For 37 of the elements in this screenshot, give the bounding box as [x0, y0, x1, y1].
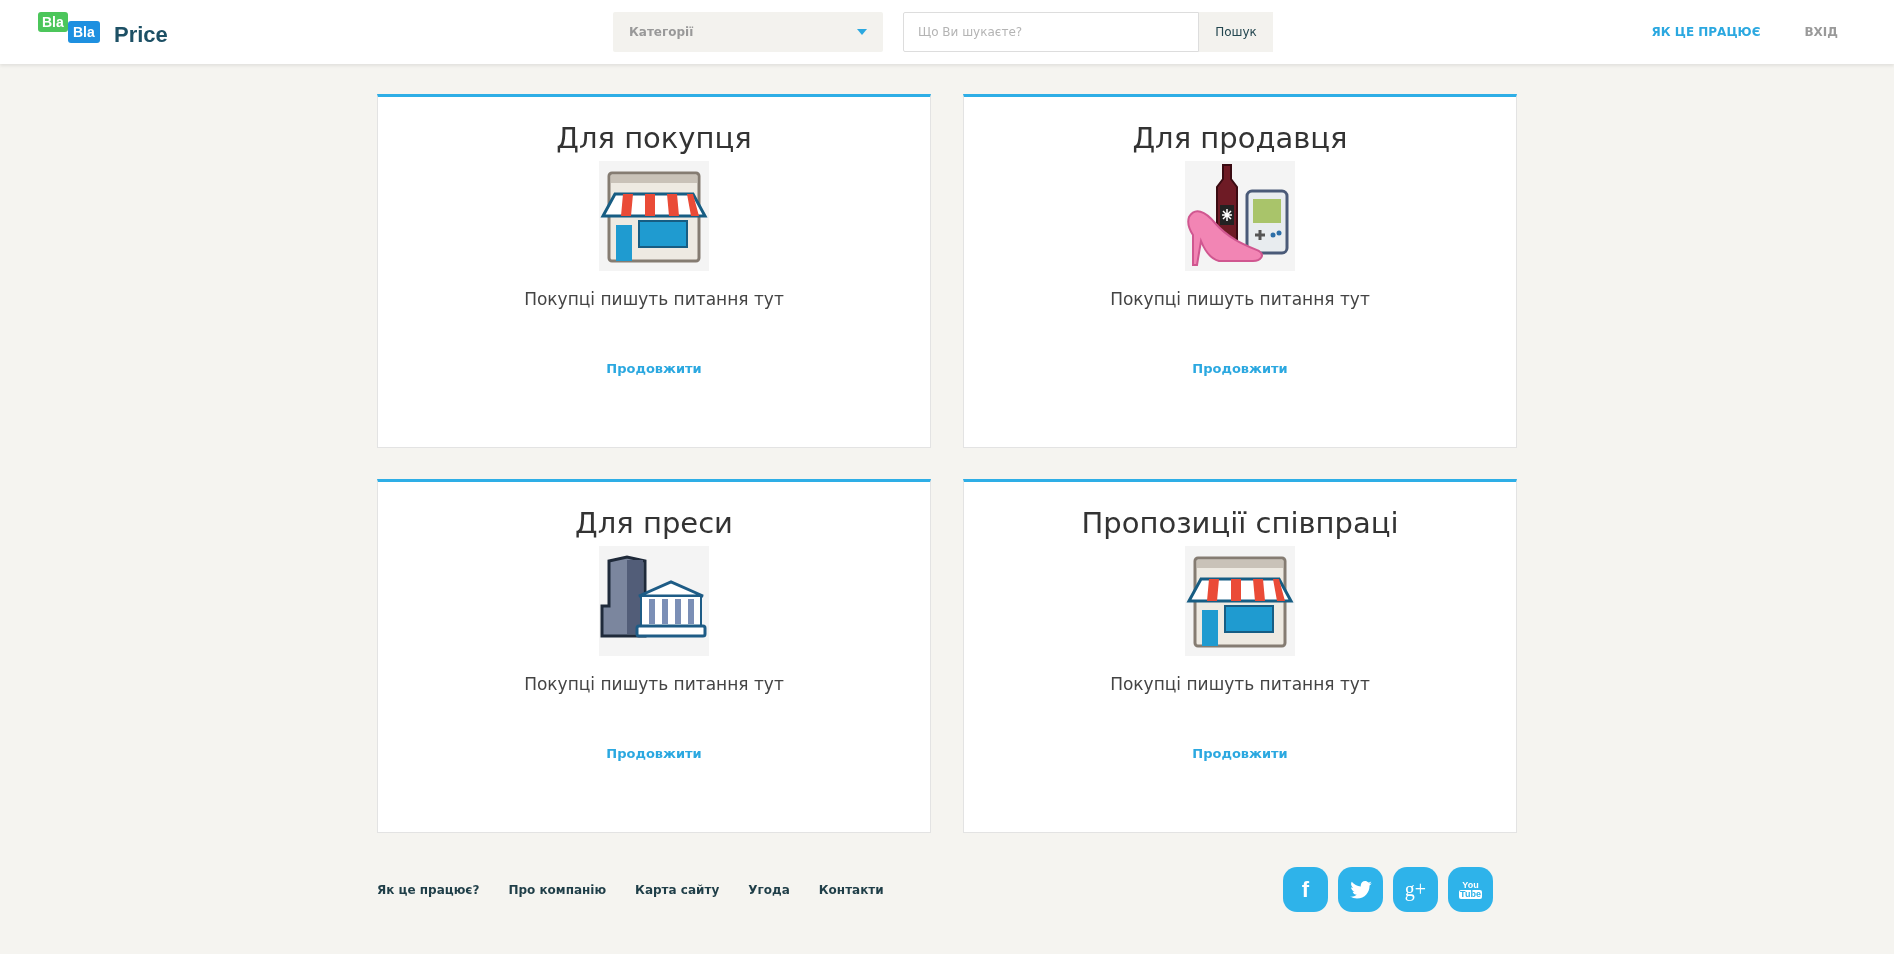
category-select[interactable]: Категорії — [613, 12, 883, 52]
nav-link[interactable]: ВХІД — [1804, 25, 1838, 39]
card-title: Для покупця — [556, 121, 752, 155]
youtube-button[interactable]: You Tube — [1448, 867, 1493, 912]
continue-link[interactable]: Продовжити — [606, 746, 702, 761]
search-button[interactable]: Пошук — [1199, 12, 1273, 52]
shoe-bottle-gadget-icon — [1185, 161, 1295, 271]
logo[interactable]: Bla Bla Price — [38, 12, 613, 52]
footer-link[interactable]: Як це працює? — [377, 882, 480, 897]
buildings-icon — [599, 546, 709, 656]
footer-link[interactable]: Карта сайту — [635, 882, 720, 897]
continue-link[interactable]: Продовжити — [1192, 361, 1288, 376]
storefront-icon — [599, 161, 709, 271]
card-title: Пропозиції співпраці — [1081, 506, 1399, 540]
continue-link[interactable]: Продовжити — [1192, 746, 1288, 761]
search-field[interactable]: Що Ви шукаєте? — [903, 12, 1199, 52]
continue-link[interactable]: Продовжити — [606, 361, 702, 376]
twitter-button[interactable] — [1338, 867, 1383, 912]
card-title: Для преси — [575, 506, 733, 540]
nav-link[interactable]: ЯК ЦЕ ПРАЦЮЄ — [1651, 25, 1761, 39]
google-plus-button[interactable]: g+ — [1393, 867, 1438, 912]
card-text: Покупці пишуть питання тут — [1110, 289, 1370, 309]
logo-text: Price — [114, 22, 168, 48]
card-title: Для продавця — [1132, 121, 1348, 155]
footer-link[interactable]: Про компанію — [508, 882, 607, 897]
bird-icon — [1349, 880, 1372, 899]
logo-bubble: Bla — [38, 12, 68, 32]
select-placeholder: Категорії — [629, 25, 694, 39]
footer-link[interactable]: Контакти — [818, 882, 884, 897]
storefront-icon — [1185, 546, 1295, 656]
card-text: Покупці пишуть питання тут — [524, 674, 784, 694]
logo-bubble: Bla — [68, 21, 100, 43]
facebook-button[interactable]: f — [1283, 867, 1328, 912]
caret-icon — [857, 29, 867, 35]
card-text: Покупці пишуть питання тут — [524, 289, 784, 309]
footer-link[interactable]: Угода — [748, 882, 790, 897]
card-text: Покупці пишуть питання тут — [1110, 674, 1370, 694]
